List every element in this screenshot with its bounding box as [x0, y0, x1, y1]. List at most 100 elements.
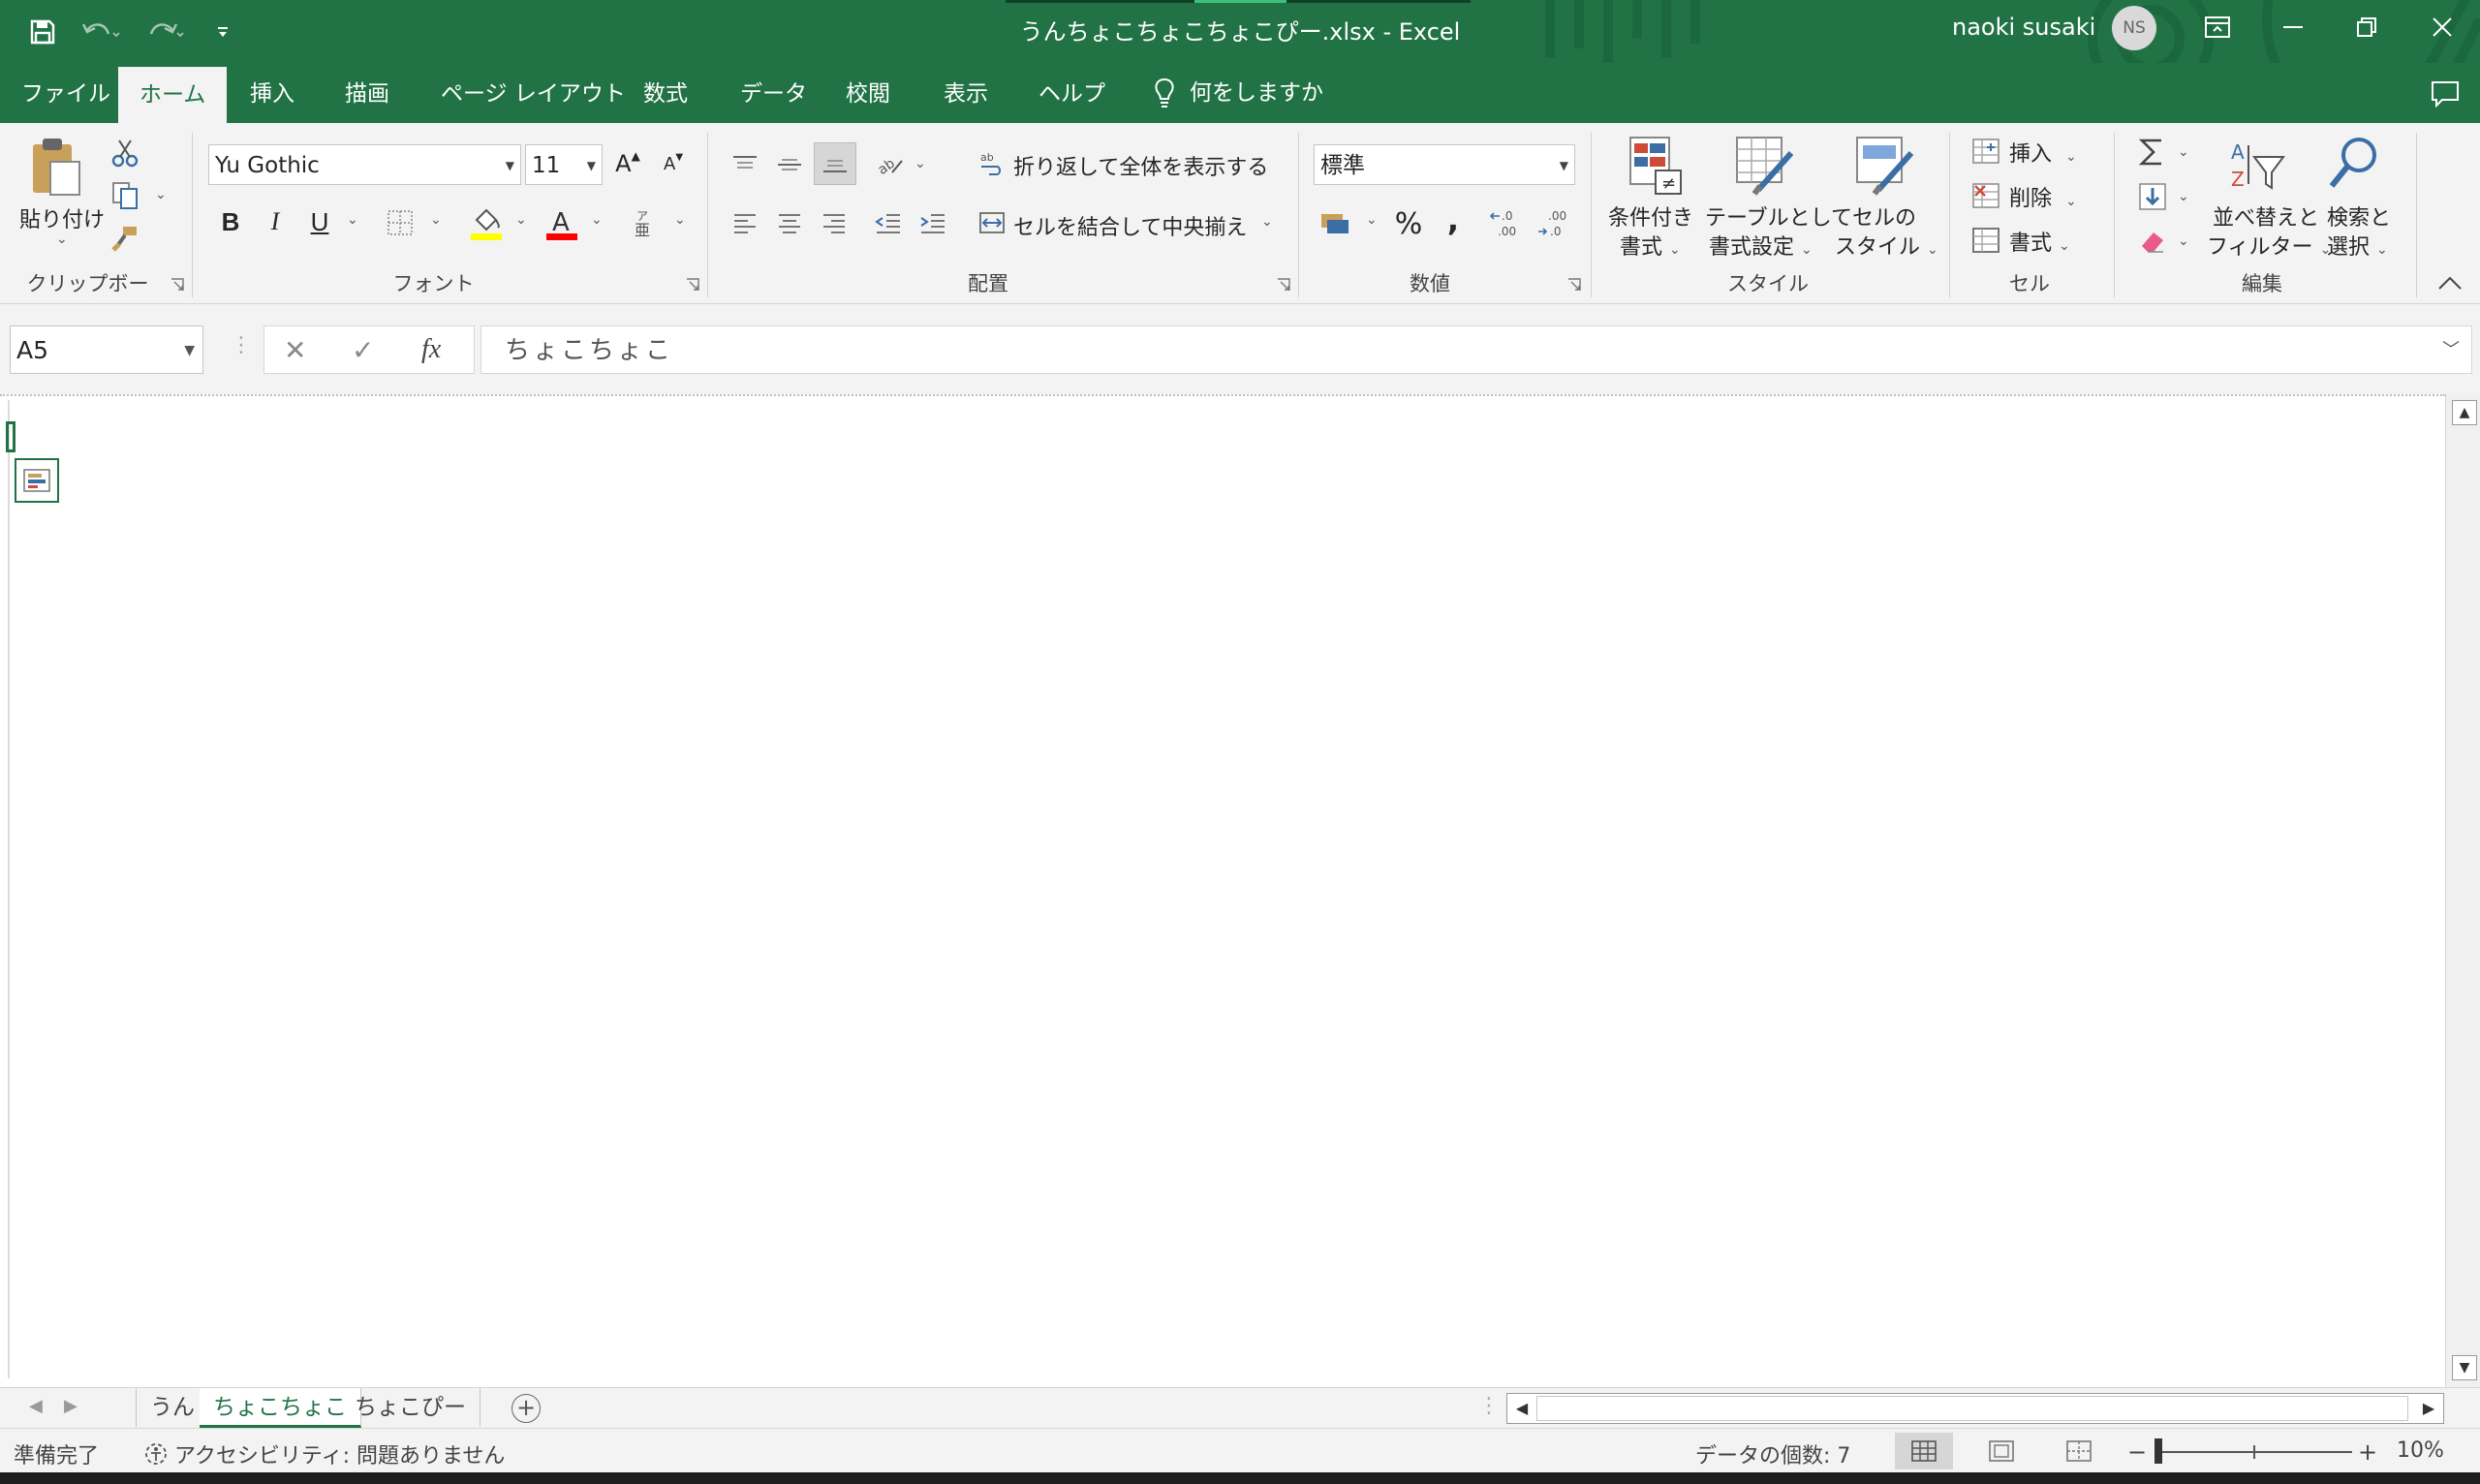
- user-name[interactable]: naoki susaki: [1952, 14, 2095, 41]
- minimize-button[interactable]: [2255, 0, 2331, 53]
- next-sheet-button[interactable]: ▶: [64, 1396, 78, 1416]
- align-right-button[interactable]: [818, 208, 851, 237]
- fill-dropdown-arrow[interactable]: ⌄: [2178, 189, 2189, 204]
- fill-color-button[interactable]: [467, 204, 506, 243]
- page-layout-view-button[interactable]: [1972, 1433, 2030, 1469]
- clear-button[interactable]: [2135, 224, 2170, 259]
- format-cells-button[interactable]: 書式 ⌄: [2009, 226, 2070, 257]
- font-color-button[interactable]: A: [542, 204, 581, 243]
- scroll-right-button[interactable]: ▶: [2414, 1394, 2443, 1423]
- font-color-dropdown-arrow[interactable]: ⌄: [591, 212, 603, 228]
- number-launcher-icon[interactable]: [1567, 278, 1581, 292]
- cancel-entry-button[interactable]: ✕: [284, 334, 306, 366]
- chevron-down-icon[interactable]: ﹀: [2442, 326, 2460, 375]
- increase-decimal-button[interactable]: .0.00: [1488, 206, 1527, 241]
- copy-dropdown-arrow[interactable]: ⌄: [155, 187, 167, 202]
- sheet-tab-un[interactable]: うん: [137, 1388, 209, 1427]
- prev-sheet-button[interactable]: ◀: [29, 1396, 43, 1416]
- tab-formulas[interactable]: 数式: [622, 63, 709, 123]
- scroll-thumb[interactable]: [1536, 1396, 2408, 1421]
- paste-button[interactable]: [29, 137, 83, 199]
- tab-data[interactable]: データ: [719, 63, 828, 123]
- zoom-level[interactable]: 10%: [2397, 1438, 2444, 1463]
- normal-view-button[interactable]: [1895, 1433, 1953, 1469]
- comments-button[interactable]: [2426, 75, 2464, 113]
- clipboard-launcher-icon[interactable]: [170, 278, 184, 292]
- orientation-button[interactable]: ab: [872, 148, 907, 179]
- tab-splitter[interactable]: ⋮: [1478, 1394, 1500, 1418]
- scroll-up-button[interactable]: ▲: [2452, 400, 2477, 425]
- align-center-button[interactable]: [773, 208, 806, 237]
- tab-review[interactable]: 校閲: [824, 63, 912, 123]
- sort-filter-label-2[interactable]: フィルター ⌄: [2207, 230, 2331, 261]
- tab-page-layout[interactable]: ページ レイアウト: [419, 63, 647, 123]
- tell-me-search[interactable]: 何をしますか: [1132, 63, 1345, 123]
- ribbon-display-options-button[interactable]: [2180, 0, 2255, 53]
- sort-filter-button[interactable]: 並べ替えと: [2213, 201, 2319, 232]
- zoom-out-button[interactable]: −: [2127, 1438, 2147, 1466]
- comma-button[interactable]: ,: [1434, 201, 1472, 239]
- fill-button[interactable]: [2135, 179, 2170, 214]
- formula-input[interactable]: ちょこちょこ ﹀: [480, 325, 2472, 374]
- avatar[interactable]: NS: [2112, 6, 2156, 50]
- formula-bar-grip[interactable]: ⋮: [231, 333, 252, 357]
- grow-font-button[interactable]: A ▲: [608, 144, 647, 183]
- orientation-dropdown-arrow[interactable]: ⌄: [914, 156, 926, 171]
- selected-cell[interactable]: [6, 421, 16, 452]
- tab-help[interactable]: ヘルプ: [1017, 63, 1127, 123]
- horizontal-scrollbar[interactable]: ◀ ▶: [1506, 1393, 2444, 1424]
- alignment-launcher-icon[interactable]: [1277, 278, 1290, 292]
- underline-button[interactable]: U: [300, 202, 339, 241]
- borders-dropdown-arrow[interactable]: ⌄: [430, 212, 442, 228]
- format-as-table-button[interactable]: テーブルとして: [1705, 201, 1852, 232]
- tab-home[interactable]: ホーム: [118, 67, 228, 123]
- worksheet-grid[interactable]: [0, 394, 2445, 1389]
- collapse-ribbon-button[interactable]: [2435, 268, 2464, 297]
- paste-dropdown[interactable]: ⌄: [56, 232, 68, 247]
- add-sheet-button[interactable]: +: [512, 1394, 541, 1423]
- autosum-dropdown-arrow[interactable]: ⌄: [2178, 144, 2189, 160]
- phonetic-dropdown-arrow[interactable]: ⌄: [674, 212, 686, 228]
- font-name-combo[interactable]: Yu Gothic ▼: [208, 144, 521, 185]
- paste-label[interactable]: 貼り付け: [19, 202, 105, 233]
- copy-button[interactable]: [108, 179, 141, 212]
- align-left-button[interactable]: [728, 208, 761, 237]
- vertical-scrollbar[interactable]: ▲ ▼: [2445, 394, 2480, 1387]
- tab-insert[interactable]: 挿入: [229, 63, 316, 123]
- format-painter-button[interactable]: [108, 222, 141, 255]
- sheet-tab-chokopi[interactable]: ちょこぴー: [341, 1388, 480, 1427]
- quick-analysis-button[interactable]: [15, 458, 59, 503]
- cut-button[interactable]: [108, 137, 141, 170]
- format-as-table-label-2[interactable]: 書式設定 ⌄: [1709, 230, 1813, 261]
- name-box[interactable]: A5 ▼: [10, 325, 203, 374]
- percent-button[interactable]: %: [1389, 204, 1428, 243]
- accessibility-status[interactable]: アクセシビリティ: 問題ありません: [143, 1438, 505, 1469]
- insert-function-button[interactable]: fx: [421, 334, 441, 365]
- conditional-formatting-button[interactable]: 条件付き: [1608, 201, 1693, 232]
- italic-button[interactable]: I: [256, 202, 294, 241]
- page-break-view-button[interactable]: [2050, 1433, 2108, 1469]
- zoom-slider-thumb[interactable]: [2154, 1438, 2162, 1464]
- restore-button[interactable]: [2329, 0, 2404, 53]
- bold-button[interactable]: B: [211, 202, 250, 241]
- find-select-button[interactable]: 検索と: [2327, 201, 2391, 232]
- zoom-slider[interactable]: [2158, 1451, 2352, 1453]
- underline-dropdown-arrow[interactable]: ⌄: [347, 212, 358, 228]
- scroll-down-button[interactable]: ▼: [2452, 1355, 2477, 1380]
- wrap-text-button[interactable]: 折り返して全体を表示する: [1013, 150, 1268, 181]
- tab-view[interactable]: 表示: [922, 63, 1009, 123]
- align-top-button[interactable]: [728, 150, 761, 179]
- align-bottom-button[interactable]: [814, 142, 856, 185]
- decrease-decimal-button[interactable]: .00.0: [1534, 206, 1573, 241]
- borders-button[interactable]: [384, 206, 417, 239]
- merge-dropdown-arrow[interactable]: ⌄: [1261, 214, 1273, 230]
- accounting-format-button[interactable]: [1318, 206, 1356, 241]
- zoom-in-button[interactable]: +: [2358, 1438, 2377, 1466]
- tab-draw[interactable]: 描画: [324, 63, 411, 123]
- phonetic-button[interactable]: ア亜: [628, 206, 661, 239]
- find-select-label-2[interactable]: 選択 ⌄: [2327, 230, 2388, 261]
- conditional-formatting-label-2[interactable]: 書式 ⌄: [1620, 230, 1681, 261]
- cell-styles-button[interactable]: セルの: [1852, 201, 1916, 232]
- font-launcher-icon[interactable]: [686, 278, 699, 292]
- scroll-left-button[interactable]: ◀: [1507, 1394, 1536, 1423]
